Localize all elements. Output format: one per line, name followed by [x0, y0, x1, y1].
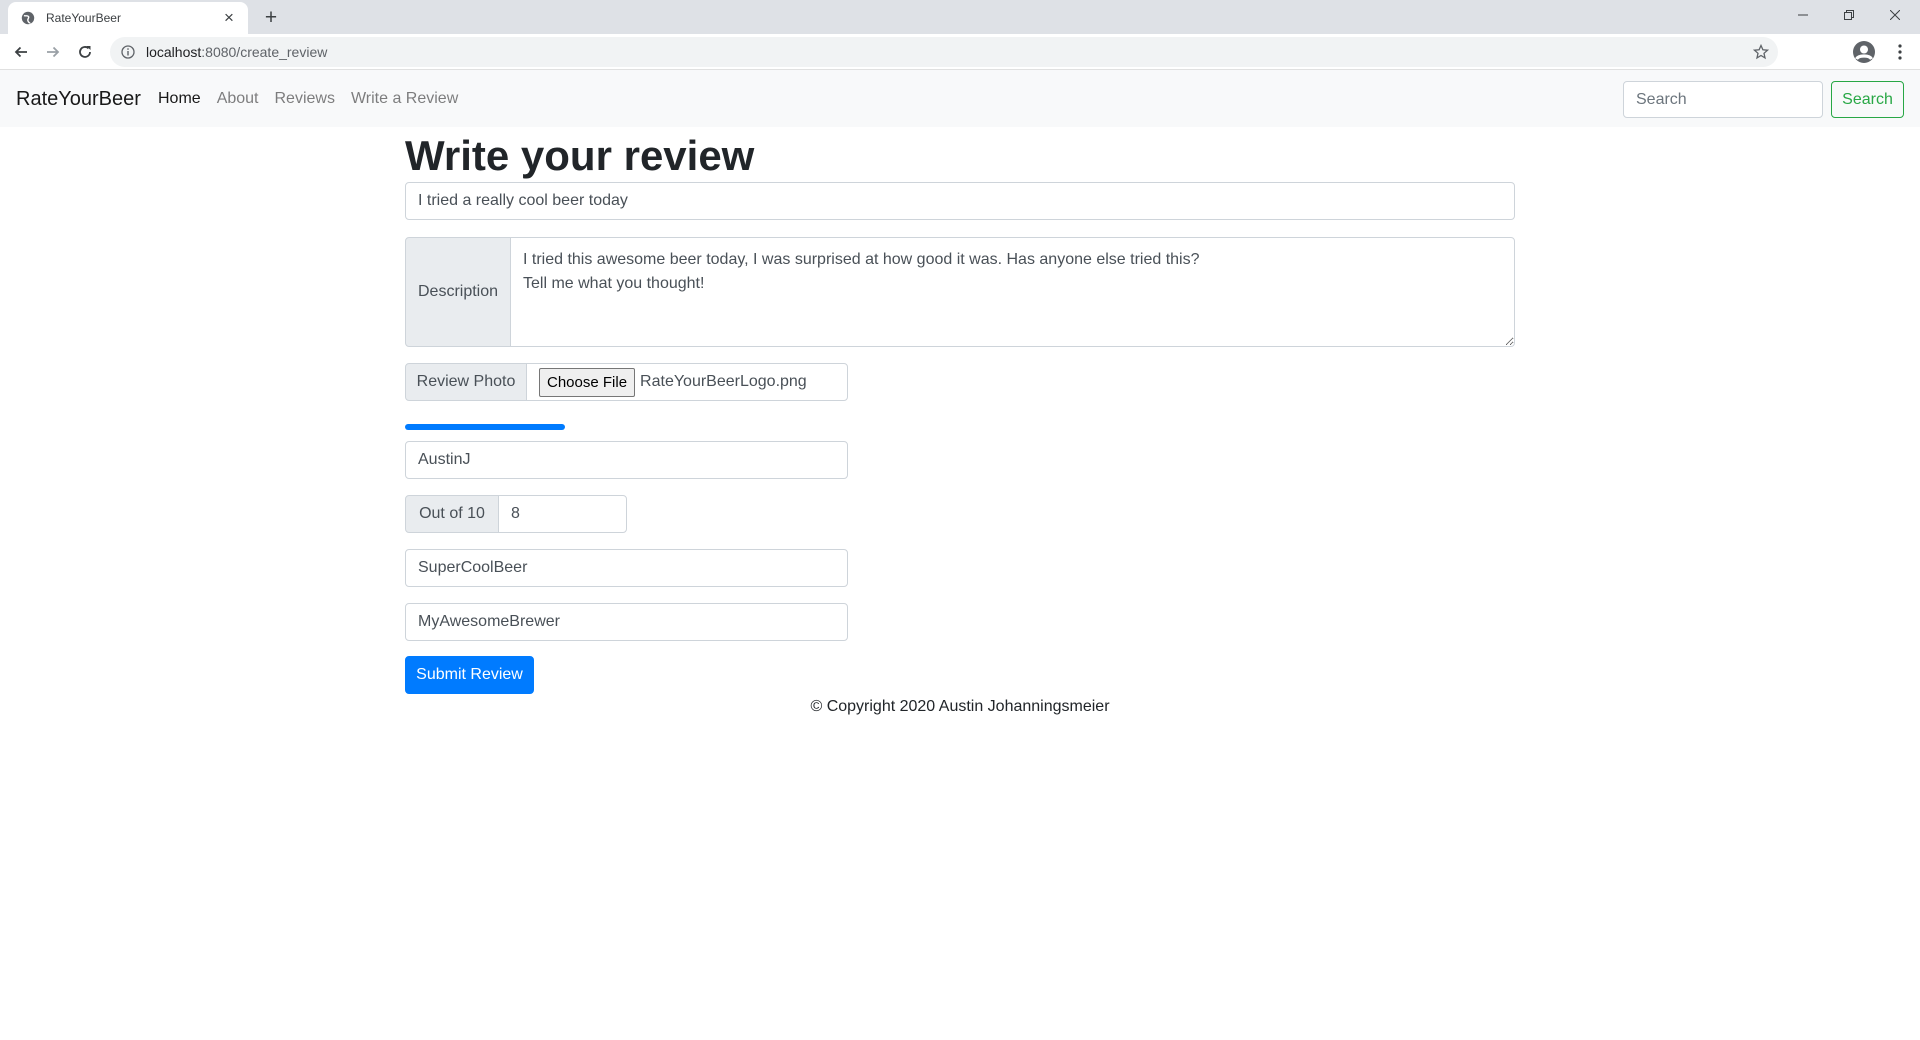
review-title-input[interactable]	[405, 182, 1515, 220]
nav-about-link[interactable]: About	[217, 90, 259, 108]
brand-link[interactable]: RateYourBeer	[16, 88, 141, 111]
tab-title: RateYourBeer	[46, 11, 121, 25]
site-navbar: RateYourBeer Home About Reviews Write a …	[0, 70, 1920, 127]
upload-progress-bar	[405, 424, 565, 430]
plus-icon[interactable]: +	[258, 5, 284, 31]
browser-toolbar: localhost:8080/create_review	[0, 34, 1920, 70]
review-photo-label: Review Photo	[405, 363, 527, 401]
forward-arrow-icon[interactable]	[39, 38, 67, 66]
search-input[interactable]	[1623, 81, 1823, 118]
file-input[interactable]: Choose File RateYourBeerLogo.png	[526, 363, 848, 401]
close-icon[interactable]: ×	[220, 8, 238, 27]
copyright-text: © Copyright 2020 Austin Johanningsmeier	[810, 698, 1110, 715]
beer-name-input[interactable]	[405, 549, 848, 587]
description-label: Description	[405, 237, 511, 347]
nav-home-link[interactable]: Home	[158, 90, 201, 108]
nav-write-review-link[interactable]: Write a Review	[351, 90, 458, 108]
url-path: :8080/create_review	[201, 44, 328, 60]
username-input[interactable]	[405, 441, 848, 479]
star-icon[interactable]	[1752, 43, 1770, 61]
page-title: Write your review	[405, 132, 755, 179]
back-arrow-icon[interactable]	[7, 38, 35, 66]
window-close-icon[interactable]	[1872, 0, 1918, 30]
description-textarea[interactable]: I tried this awesome beer today, I was s…	[510, 237, 1515, 347]
nav-reviews-link[interactable]: Reviews	[275, 90, 335, 108]
restore-icon[interactable]	[1826, 0, 1872, 30]
score-input[interactable]	[498, 495, 627, 533]
nav-links: Home About Reviews Write a Review	[158, 90, 458, 108]
address-bar[interactable]: localhost:8080/create_review	[110, 37, 1778, 67]
submit-review-button[interactable]: Submit Review	[405, 656, 534, 694]
profile-icon[interactable]	[1852, 40, 1876, 64]
globe-favicon-icon	[20, 10, 36, 26]
minimize-icon[interactable]	[1780, 0, 1826, 30]
info-icon[interactable]	[120, 44, 136, 60]
brewer-input[interactable]	[405, 603, 848, 641]
browser-tab-strip: RateYourBeer × +	[0, 0, 1920, 34]
selected-file-name: RateYourBeerLogo.png	[640, 373, 807, 390]
browser-tab[interactable]: RateYourBeer ×	[8, 2, 248, 34]
search-button[interactable]: Search	[1831, 81, 1904, 118]
url-host: localhost	[146, 44, 202, 60]
choose-file-button[interactable]: Choose File	[539, 367, 636, 397]
upload-progress	[405, 424, 565, 430]
kebab-menu-icon[interactable]	[1888, 40, 1912, 64]
reload-icon[interactable]	[71, 38, 99, 66]
score-label: Out of 10	[405, 495, 499, 533]
